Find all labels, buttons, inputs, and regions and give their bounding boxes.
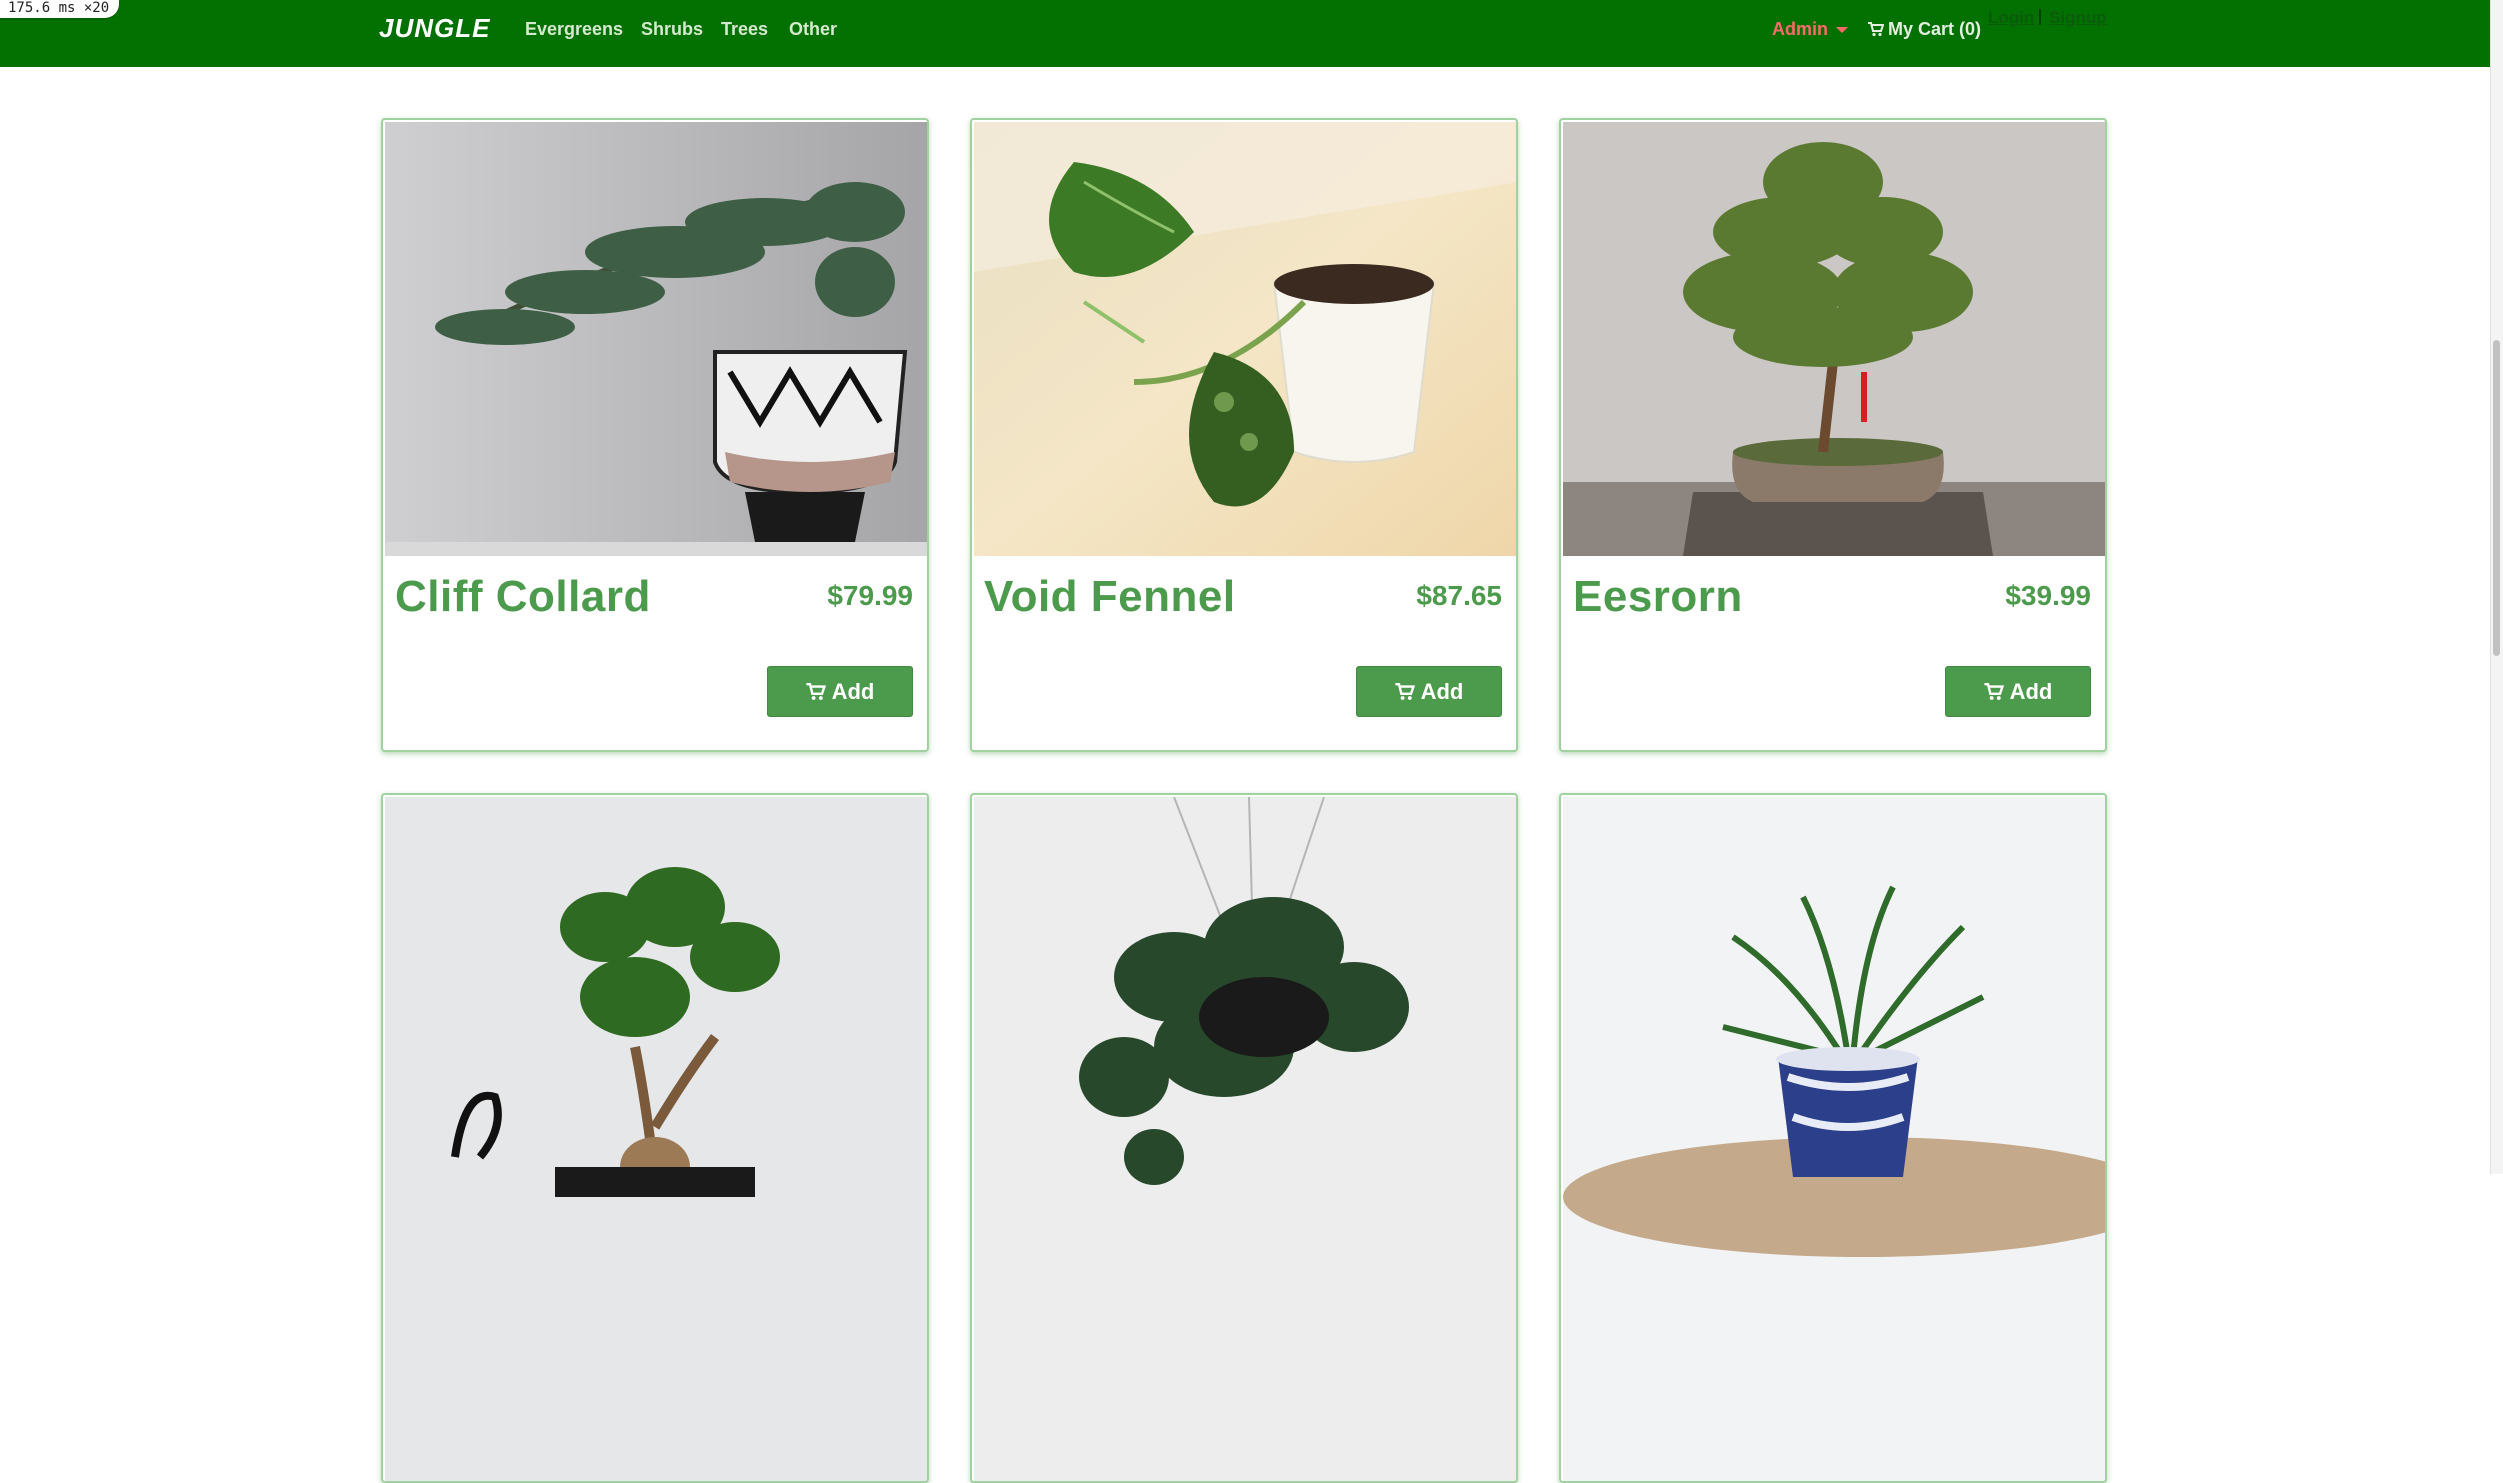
add-to-cart-button[interactable]: Add bbox=[1945, 666, 2091, 717]
product-name[interactable]: Cliff Collard bbox=[395, 572, 651, 622]
product-image-ficus-bonsai[interactable] bbox=[385, 797, 927, 1481]
navbar: JUNGLE Evergreens Shrubs Trees Other Adm… bbox=[0, 0, 2490, 67]
add-button-label: Add bbox=[831, 678, 875, 704]
product-image-palm[interactable] bbox=[1563, 797, 2105, 1481]
product-image-juniper-bonsai[interactable] bbox=[385, 122, 927, 556]
product-name[interactable]: Void Fennel bbox=[984, 572, 1236, 622]
product-card: Void Fennel $87.65 Add bbox=[970, 118, 1518, 752]
signup-link[interactable]: Signup bbox=[2049, 8, 2107, 28]
admin-label: Admin bbox=[1772, 19, 1828, 39]
add-button-label: Add bbox=[2009, 678, 2053, 704]
product-image-hanging-philodendron[interactable] bbox=[974, 797, 1516, 1481]
product-price: $39.99 bbox=[2005, 580, 2091, 611]
product-card bbox=[381, 793, 929, 1483]
admin-dropdown[interactable]: Admin bbox=[1772, 19, 1848, 40]
add-to-cart-button[interactable]: Add bbox=[767, 666, 913, 717]
nav-link-shrubs[interactable]: Shrubs bbox=[641, 19, 703, 40]
nav-link-other[interactable]: Other bbox=[789, 19, 837, 40]
cart-label: My Cart (0) bbox=[1888, 19, 1982, 39]
nav-link-evergreens[interactable]: Evergreens bbox=[525, 19, 623, 40]
product-card: Cliff Collard $79.99 Add bbox=[381, 118, 929, 752]
scrollbar-thumb[interactable] bbox=[2493, 340, 2500, 656]
add-button-label: Add bbox=[1420, 678, 1464, 704]
product-card: Eesrorn $39.99 Add bbox=[1559, 118, 2107, 752]
product-name[interactable]: Eesrorn bbox=[1573, 572, 1743, 622]
perf-badge: 175.6 ms ×20 bbox=[0, 0, 120, 18]
auth-divider bbox=[2039, 9, 2041, 25]
nav-link-trees[interactable]: Trees bbox=[721, 19, 768, 40]
product-card bbox=[970, 793, 1518, 1483]
product-price: $87.65 bbox=[1416, 580, 1502, 611]
product-card bbox=[1559, 793, 2107, 1483]
login-link[interactable]: Login bbox=[1988, 8, 2034, 28]
shopping-cart-icon bbox=[1868, 22, 1884, 37]
shopping-cart-icon bbox=[806, 682, 826, 700]
shopping-cart-icon bbox=[1395, 682, 1415, 700]
caret-down-icon bbox=[1836, 27, 1848, 34]
product-price: $79.99 bbox=[827, 580, 913, 611]
shopping-cart-icon bbox=[1984, 682, 2004, 700]
brand-logo[interactable]: JUNGLE bbox=[379, 13, 490, 44]
product-image-bonsai[interactable] bbox=[1563, 122, 2105, 556]
cart-link[interactable]: My Cart (0) bbox=[1868, 19, 1981, 40]
product-image-pothos[interactable] bbox=[974, 122, 1516, 556]
add-to-cart-button[interactable]: Add bbox=[1356, 666, 1502, 717]
